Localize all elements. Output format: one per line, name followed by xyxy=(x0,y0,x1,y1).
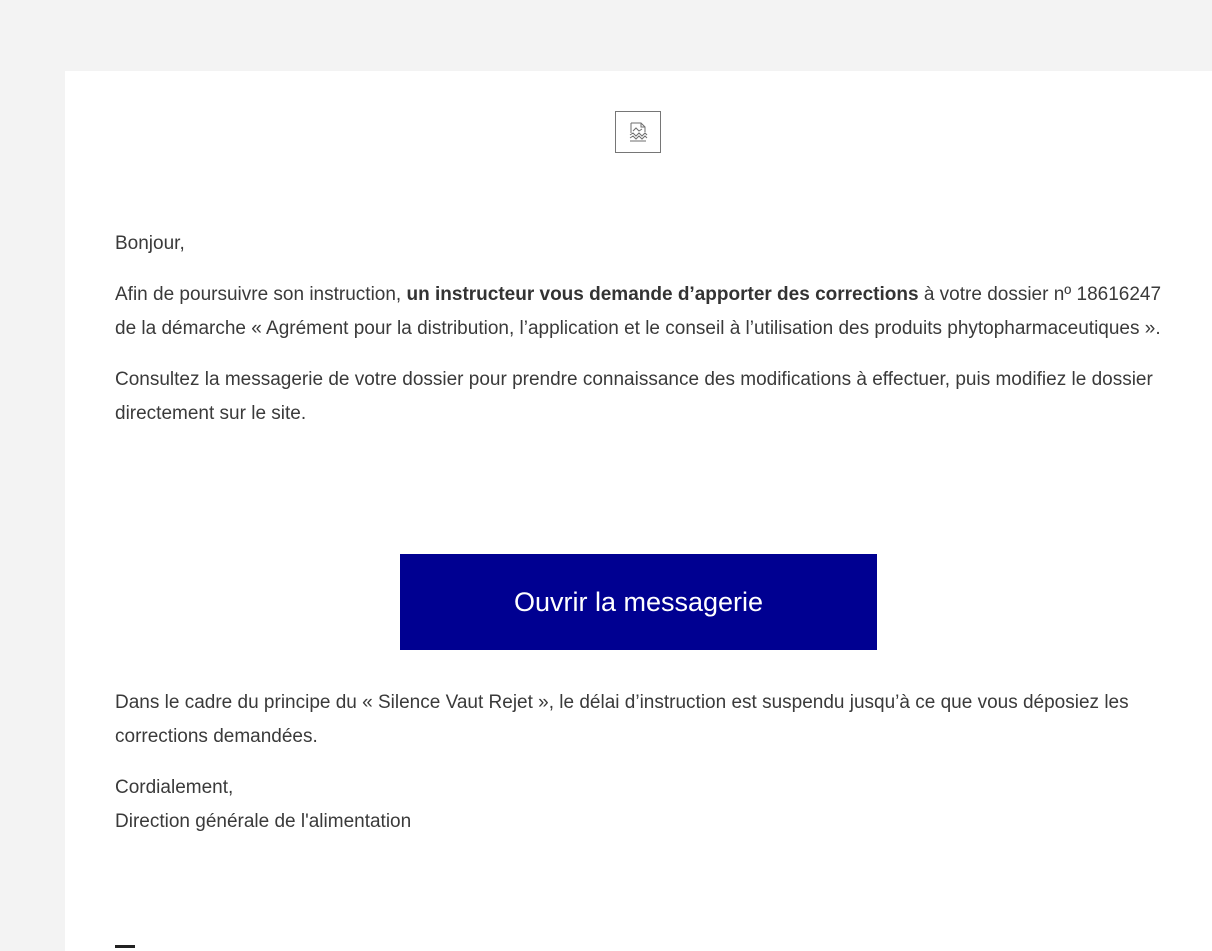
instruction-paragraph: Afin de poursuivre son instruction, un i… xyxy=(115,278,1175,346)
silence-paragraph: Dans le cadre du principe du « Silence V… xyxy=(115,692,1129,747)
footer-divider xyxy=(115,945,135,948)
broken-image-icon xyxy=(615,111,661,153)
instruction-text-bold: un instructeur vous demande d’apporter d… xyxy=(406,284,919,305)
open-messaging-button[interactable]: Ouvrir la messagerie xyxy=(400,554,877,650)
consult-paragraph: Consultez la messagerie de votre dossier… xyxy=(115,369,1153,424)
greeting-text: Bonjour, xyxy=(115,233,185,254)
signature-text: Direction générale de l'alimentation xyxy=(115,811,412,832)
closing-text: Cordialement, xyxy=(115,777,234,798)
email-card: Bonjour, Afin de poursuivre son instruct… xyxy=(65,71,1212,951)
email-footer-body: Dans le cadre du principe du « Silence V… xyxy=(115,686,1185,839)
signature-block: Cordialement, Direction générale de l'al… xyxy=(115,771,1185,839)
broken-image-glyph xyxy=(629,122,648,142)
instruction-text-start: Afin de poursuivre son instruction, xyxy=(115,284,407,305)
email-body: Bonjour, Afin de poursuivre son instruct… xyxy=(115,227,1175,431)
cta-wrapper: Ouvrir la messagerie xyxy=(400,554,877,650)
